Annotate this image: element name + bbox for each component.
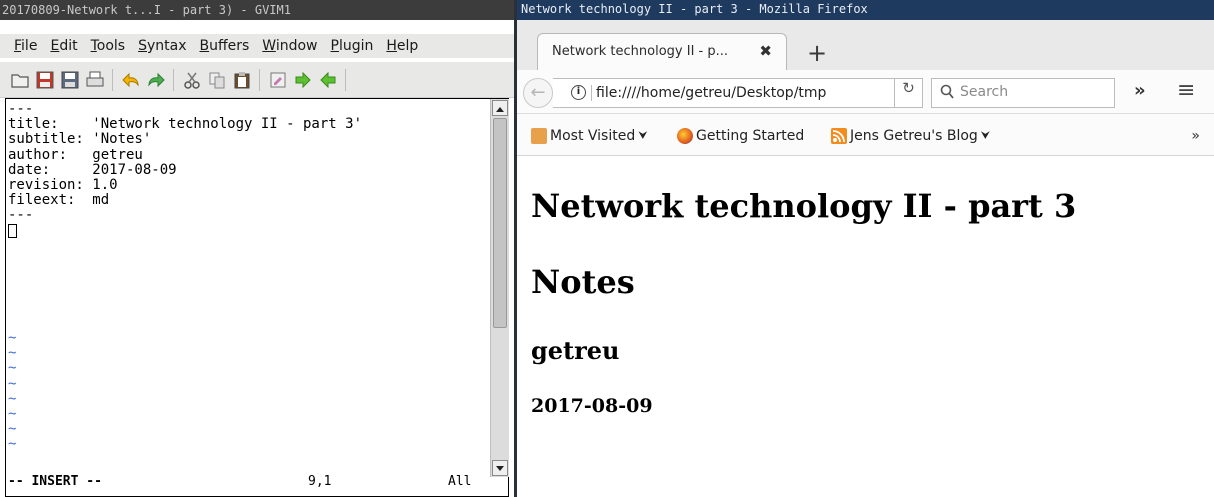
toolbar-separator	[259, 68, 260, 91]
site-info-icon[interactable]: i	[571, 85, 586, 100]
copy-icon[interactable]	[205, 68, 228, 91]
gvim-menubar: File Edit Tools Syntax Buffers Window Pl…	[0, 34, 514, 58]
tab-bar: Network technology II - p... ✖ +	[517, 20, 1214, 70]
menu-plugin[interactable]: Plugin	[331, 38, 374, 54]
tilde-line: ~	[8, 330, 17, 347]
tilde-line: ~	[8, 436, 17, 453]
menu-file[interactable]: File	[14, 38, 37, 54]
tab-label: Network technology II - p...	[552, 44, 729, 59]
menu-help[interactable]: Help	[386, 38, 418, 54]
tilde-line: ~	[8, 390, 17, 407]
document-title: Network technology II - part 3	[531, 187, 1077, 225]
bookmark-label: Most Visited	[550, 128, 636, 144]
scroll-indicator: All	[448, 474, 472, 489]
document-date: 2017-08-09	[531, 395, 653, 417]
search-box[interactable]: Search	[931, 78, 1115, 108]
bookmark-most-visited[interactable]: Most Visited ⮟	[531, 128, 648, 144]
undo-icon[interactable]	[119, 68, 142, 91]
url-text[interactable]: file:////home/getreu/Desktop/tmp	[591, 85, 891, 101]
most-visited-icon	[531, 128, 547, 144]
bookmark-label: Getting Started	[696, 128, 805, 144]
toolbar-separator	[345, 68, 346, 91]
scroll-up-arrow-icon[interactable]	[492, 100, 508, 116]
new-tab-button[interactable]: +	[807, 39, 827, 67]
save-all-icon[interactable]	[58, 68, 81, 91]
chevron-down-icon: ⮟	[980, 129, 991, 142]
reload-icon[interactable]: ↻	[894, 79, 922, 107]
status-line: -- INSERT -- 9,1 All	[8, 474, 486, 490]
rss-icon	[831, 128, 847, 144]
gvim-toolbar	[0, 62, 514, 98]
cursor-position: 9,1	[308, 474, 332, 489]
line-7: fileext: md	[8, 192, 110, 209]
bookmark-label: Jens Getreu's Blog	[850, 128, 978, 144]
scrollbar-thumb[interactable]	[493, 118, 507, 328]
load-session-icon[interactable]	[266, 68, 289, 91]
line-5: date: 2017-08-09	[8, 161, 177, 178]
menu-buffers[interactable]: Buffers	[200, 38, 250, 54]
search-placeholder: Search	[960, 84, 1009, 100]
line-6: revision: 1.0	[8, 177, 118, 194]
document-subtitle: Notes	[531, 263, 635, 301]
menu-edit[interactable]: Edit	[50, 38, 77, 54]
paste-icon[interactable]	[230, 68, 253, 91]
toolbar-overflow-icon[interactable]: »	[1134, 80, 1146, 101]
page-content: Network technology II - part 3 Notes get…	[517, 157, 1214, 497]
save-icon[interactable]	[33, 68, 56, 91]
cut-icon[interactable]	[180, 68, 203, 91]
menu-syntax[interactable]: Syntax	[138, 38, 186, 54]
close-tab-icon[interactable]: ✖	[759, 42, 772, 60]
url-bar[interactable]: i file:////home/getreu/Desktop/tmp ↻	[553, 78, 923, 108]
arrow-left-icon[interactable]	[316, 68, 339, 91]
open-file-icon[interactable]	[8, 68, 31, 91]
menu-window[interactable]: Window	[262, 38, 317, 54]
tilde-line: ~	[8, 375, 17, 392]
arrow-right-icon[interactable]	[291, 68, 314, 91]
text-cursor	[8, 223, 17, 238]
menu-tools[interactable]: Tools	[91, 38, 126, 54]
line-8: ---	[8, 207, 34, 224]
search-icon	[940, 84, 954, 104]
line-1: ---	[8, 101, 34, 117]
back-button[interactable]: ←	[523, 78, 553, 108]
tilde-line: ~	[8, 360, 17, 377]
print-icon[interactable]	[83, 68, 106, 91]
redo-icon[interactable]	[144, 68, 167, 91]
bookmarks-overflow-icon[interactable]: »	[1191, 128, 1200, 144]
gvim-titlebar: 20170809-Network t...I - part 3) - GVIM1	[0, 0, 514, 20]
editor-area[interactable]: --- title: 'Network technology II - part…	[5, 98, 509, 497]
firefox-window: Network technology II - part 3 - Mozilla…	[517, 0, 1214, 497]
bookmarks-toolbar: Most Visited ⮟ Getting Started Jens Getr…	[517, 114, 1214, 156]
tilde-line: ~	[8, 421, 17, 438]
editor-text[interactable]: --- title: 'Network technology II - part…	[8, 101, 363, 453]
tab-active[interactable]: Network technology II - p... ✖	[537, 33, 787, 70]
firefox-icon	[677, 128, 693, 144]
mode-indicator: -- INSERT --	[8, 474, 102, 489]
navigation-bar: ← i file:////home/getreu/Desktop/tmp ↻ S…	[517, 70, 1214, 114]
bookmark-getting-started[interactable]: Getting Started	[677, 128, 804, 144]
vertical-scrollbar[interactable]	[490, 99, 509, 477]
back-arrow-icon: ←	[530, 82, 546, 103]
toolbar-separator	[173, 68, 174, 91]
document-author: getreu	[531, 336, 620, 365]
chevron-down-icon: ⮟	[638, 129, 648, 142]
firefox-titlebar: Network technology II - part 3 - Mozilla…	[517, 0, 1214, 20]
bookmark-jens-blog[interactable]: Jens Getreu's Blog ⮟	[831, 128, 990, 144]
gvim-window: 20170809-Network t...I - part 3) - GVIM1…	[0, 0, 514, 497]
line-2: title: 'Network technology II - part 3'	[8, 116, 363, 133]
line-4: author: getreu	[8, 146, 143, 163]
hamburger-menu-icon[interactable]: ≡	[1177, 78, 1195, 103]
toolbar-separator	[112, 68, 113, 91]
scroll-down-arrow-icon[interactable]	[492, 460, 508, 476]
tilde-line: ~	[8, 406, 17, 423]
tilde-line: ~	[8, 345, 17, 362]
line-3: subtitle: 'Notes'	[8, 131, 152, 148]
